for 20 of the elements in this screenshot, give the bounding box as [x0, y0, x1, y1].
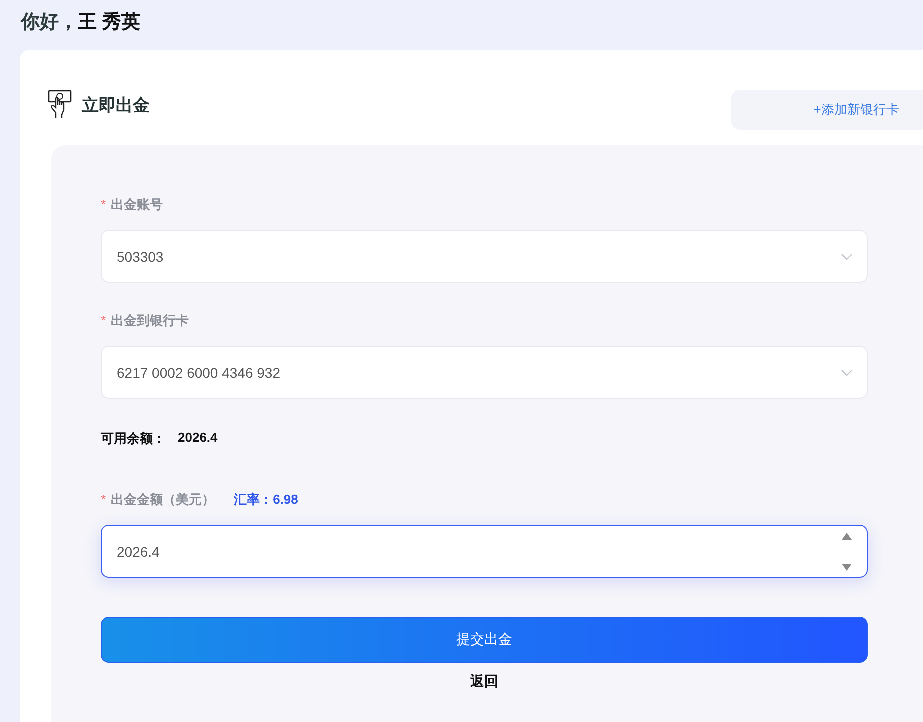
add-bank-card-button[interactable]: +添加新银行卡 — [731, 90, 923, 130]
hand-cash-icon — [48, 90, 72, 120]
back-link[interactable]: 返回 — [464, 671, 504, 691]
greeting-text: 你好，王 秀英 — [21, 10, 140, 35]
field-label: 出金到银行卡 — [111, 312, 190, 330]
submit-button[interactable]: 提交出金 — [101, 617, 868, 663]
select-field[interactable]: 503303 — [101, 230, 868, 283]
required-mark: * — [101, 313, 106, 328]
spin-down-icon[interactable] — [841, 562, 853, 572]
field-label: 出金账号 — [111, 196, 164, 214]
input-field[interactable]: 2026.4 — [101, 525, 868, 578]
exchange-rate: 汇率：6.98 — [234, 491, 298, 509]
section-title: 立即出金 — [82, 94, 150, 116]
select-field[interactable]: 6217 0002 6000 4346 932 — [101, 346, 868, 399]
field-label: 出金金额（美元） — [111, 491, 216, 509]
balance-value: 2026.4 — [178, 430, 218, 447]
balance-label: 可用余额： — [101, 430, 166, 448]
required-mark: * — [101, 492, 106, 507]
required-mark: * — [101, 197, 106, 212]
spin-up-icon[interactable] — [841, 532, 853, 540]
